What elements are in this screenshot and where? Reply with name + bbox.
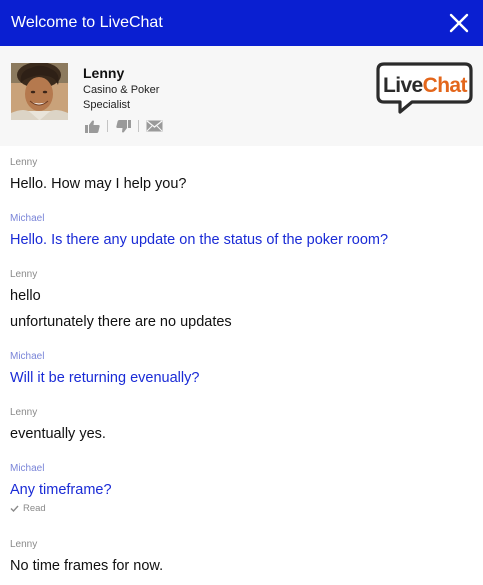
agent-name: Lenny	[83, 65, 125, 81]
message-text: unfortunately there are no updates	[10, 314, 232, 330]
message-text: Hello. Is there any update on the status…	[10, 232, 389, 248]
message-text: hello	[10, 288, 41, 304]
message-text: Any timeframe?	[10, 482, 112, 498]
logo-live: Live	[383, 74, 423, 97]
close-icon[interactable]	[447, 11, 471, 35]
chat-title: Welcome to LiveChat	[11, 14, 163, 31]
message-author: Michael	[10, 213, 45, 224]
message-author: Lenny	[10, 157, 38, 168]
agent-role: Casino & Poker Specialist	[83, 84, 160, 111]
read-status-label: Read	[23, 503, 46, 514]
livechat-logo: LiveChat	[376, 62, 473, 121]
avatar	[11, 63, 68, 120]
divider	[107, 120, 108, 132]
message-author: Lenny	[10, 539, 38, 550]
message-author: Michael	[10, 463, 45, 474]
message-text: eventually yes.	[10, 426, 106, 442]
chat-header: Welcome to LiveChat	[0, 0, 483, 46]
divider	[138, 120, 139, 132]
agent-info-panel: Lenny Casino & Poker Specialist LiveChat	[0, 46, 483, 146]
message-author: Michael	[10, 351, 45, 362]
message-author: Lenny	[10, 269, 38, 280]
checkmark-icon	[10, 505, 19, 512]
message-author: Lenny	[10, 407, 38, 418]
thumbs-down-icon[interactable]	[114, 118, 132, 134]
message-text: No time frames for now.	[10, 558, 164, 574]
message-text: Will it be returning evenually?	[10, 370, 200, 386]
thumbs-up-icon[interactable]	[83, 118, 101, 134]
message-text: Hello. How may I help you?	[10, 176, 187, 192]
logo-chat: Chat	[423, 74, 468, 97]
envelope-icon[interactable]	[145, 118, 163, 134]
svg-text:LiveChat: LiveChat	[383, 74, 467, 97]
rating-actions	[83, 118, 163, 134]
read-status: Read	[10, 503, 46, 514]
